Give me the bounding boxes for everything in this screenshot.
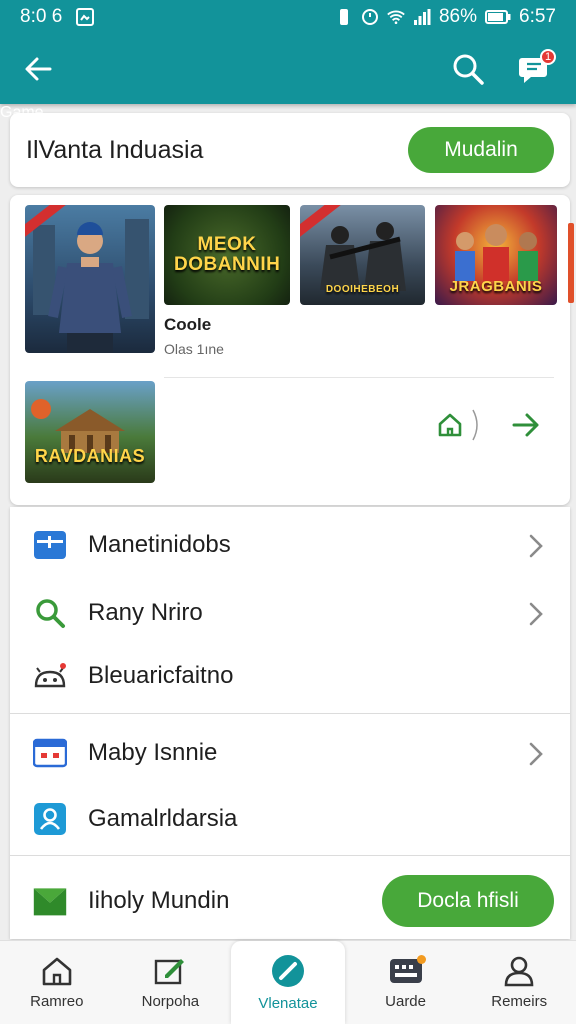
game-thumbnail-caption: RAVDANIAS	[34, 446, 146, 466]
compass-icon	[271, 955, 304, 987]
arrow-left-icon	[25, 57, 52, 81]
nav-label: Ramreo	[30, 993, 84, 1010]
nav-label: Norpoha	[141, 993, 200, 1010]
paren-divider	[466, 407, 486, 443]
wifi-icon	[387, 8, 405, 26]
menu-item[interactable]: Maby Isnnie	[10, 721, 570, 785]
menu-item[interactable]: Bleuaricfaitno	[10, 644, 570, 708]
promo-action-button[interactable]: Docla hfisli	[382, 875, 554, 927]
nav-label: Vlenatae	[258, 995, 318, 1012]
menu-card: Manetinidobs Rany Nriro Bleuaricfaitno M…	[10, 507, 570, 939]
search-icon	[453, 54, 484, 85]
promo-label: Iiholy Mundin	[88, 887, 230, 914]
signal-icon	[413, 8, 431, 26]
battery-icon	[485, 8, 511, 26]
game-thumbnail[interactable]: DOOIHEBEOH	[300, 205, 425, 305]
back-button[interactable]	[14, 45, 62, 93]
chevron-right-icon	[529, 534, 543, 558]
next-button[interactable]	[508, 407, 544, 443]
scroll-peek	[568, 223, 574, 303]
game-thumbnail[interactable]: JRAGBANIS	[435, 205, 557, 305]
notifications-button[interactable]: 1	[512, 45, 560, 93]
status-bar: 8:0 6 86% 6:57	[0, 0, 576, 34]
featured-game-title: Coole	[164, 315, 212, 334]
home-shortcut-button[interactable]	[432, 407, 468, 443]
divider	[10, 855, 570, 856]
status-time-right: 6:57	[519, 6, 556, 27]
featured-game-subtitle: Olas 1ıne	[164, 341, 224, 357]
mail-flag-icon	[32, 883, 68, 919]
game-thumbnail[interactable]: RAVDANIAS	[25, 381, 155, 483]
menu-item[interactable]: Rany Nriro	[10, 581, 570, 645]
search-icon	[32, 595, 68, 631]
nav-item-games[interactable]: Uarde	[349, 941, 463, 1024]
contact-icon	[32, 801, 68, 837]
header-card: IlVanta Induasia Mudalin	[10, 113, 570, 187]
menu-item-label: Rany Nriro	[88, 599, 203, 626]
battery-percent: 86%	[438, 6, 478, 27]
nav-item-edit[interactable]: Norpoha	[114, 941, 228, 1024]
status-time-left: 8:0 6	[20, 6, 63, 27]
game-thumbnail-caption: MEOK DOBANNIH	[174, 234, 281, 275]
game-thumbnail[interactable]: MEOK DOBANNIH	[164, 205, 290, 305]
chevron-right-icon	[529, 742, 543, 766]
top-app-bar: 8:0 6 86% 6:57 1	[0, 0, 576, 121]
nav-label: Remeirs	[491, 993, 548, 1010]
nav-notification-dot	[417, 955, 427, 964]
vibrate-icon	[335, 8, 353, 26]
nav-item-profile[interactable]: Remeirs	[462, 941, 576, 1024]
nav-label: Uarde	[385, 993, 426, 1010]
game-thumbnail-caption: JRAGBANIS	[449, 278, 543, 295]
edit-icon	[155, 959, 185, 985]
home-icon	[42, 957, 72, 986]
arrow-right-icon	[512, 413, 539, 437]
bottom-navigation: Ramreo Norpoha Vlenatae Uarde Remeirs	[0, 940, 576, 1024]
menu-item-label: Manetinidobs	[88, 531, 231, 558]
divider	[10, 713, 570, 714]
games-card: MEOK DOBANNIH DOOIHEBEOH JRAGBANIS Coole…	[10, 195, 574, 505]
menu-item-label: Maby Isnnie	[88, 739, 218, 766]
screenshot-icon	[76, 8, 95, 26]
nav-item-home[interactable]: Ramreo	[0, 941, 114, 1024]
menu-item-label: Bleuaricfaitno	[88, 662, 234, 689]
home-icon	[438, 413, 462, 437]
menu-item-label: Gamalrldarsia	[88, 805, 238, 832]
header-action-button[interactable]: Mudalin	[408, 127, 554, 173]
user-icon	[504, 956, 534, 987]
notification-badge: 1	[540, 49, 556, 65]
chevron-right-icon	[529, 602, 543, 626]
alarm-icon	[361, 8, 379, 26]
game-thumbnail-caption: DOOIHEBEOH	[325, 284, 400, 295]
menu-item[interactable]: Manetinidobs	[10, 513, 570, 577]
browser-window-icon	[32, 735, 68, 771]
menu-item[interactable]: Gamalrldarsia	[10, 787, 570, 851]
folder-icon	[32, 527, 68, 563]
bot-face-icon	[32, 658, 68, 694]
promo-row: Iiholy Mundin Docla hfisli	[10, 863, 570, 939]
nav-item-explore[interactable]: Vlenatae	[231, 941, 345, 1024]
search-button[interactable]	[444, 45, 492, 93]
game-thumbnail[interactable]	[25, 205, 155, 353]
divider	[164, 377, 554, 378]
header-label: IlVanta Induasia	[26, 135, 204, 164]
